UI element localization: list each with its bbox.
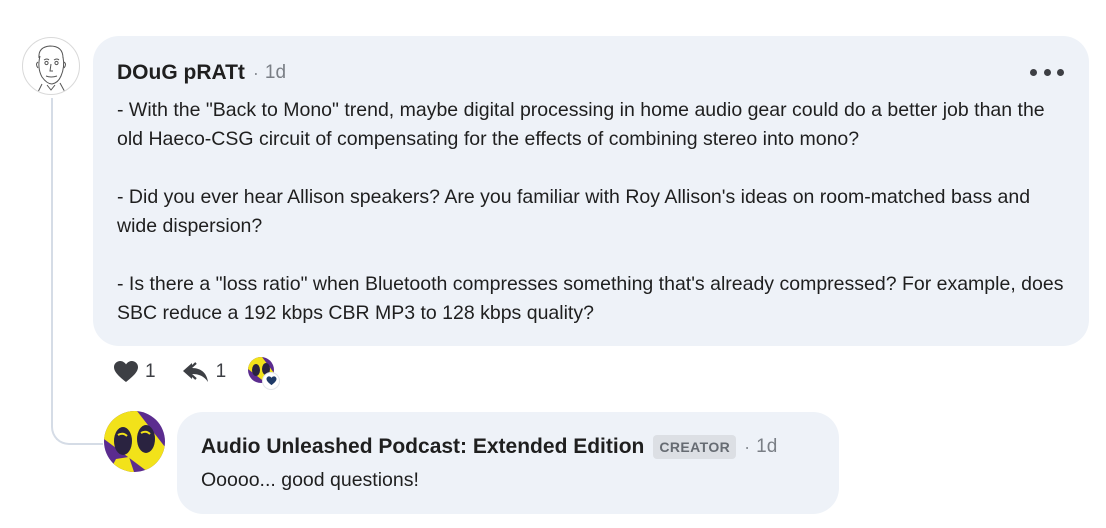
- separator-dot: ·: [744, 436, 751, 457]
- reply-button[interactable]: 1: [182, 361, 227, 383]
- more-horizontal-icon: [1030, 68, 1037, 76]
- podcast-logo-icon: [104, 411, 165, 472]
- heart-icon: [114, 361, 138, 382]
- reaction-avatar-stack[interactable]: [248, 355, 280, 389]
- reaction-heart-badge: [263, 373, 280, 389]
- heart-icon: [266, 376, 277, 386]
- reply-body: Ooooo... good questions!: [201, 469, 419, 491]
- reply-header: Audio Unleashed Podcast: Extended Editio…: [201, 434, 777, 460]
- reply-bubble: [177, 412, 839, 514]
- comment-author-name[interactable]: DOuG pRATt: [117, 61, 245, 85]
- reply-icon: [182, 362, 208, 382]
- comment-timestamp[interactable]: 1d: [265, 62, 286, 84]
- comment-paragraph: - Is there a "loss ratio" when Bluetooth…: [117, 273, 1064, 324]
- like-button[interactable]: 1: [113, 360, 156, 384]
- sketch-portrait-icon: [36, 45, 67, 94]
- comment-paragraph: - Did you ever hear Allison speakers? Ar…: [117, 186, 1031, 237]
- avatar[interactable]: [22, 37, 80, 95]
- separator-dot: ·: [252, 62, 259, 83]
- reply-timestamp[interactable]: 1d: [756, 436, 777, 458]
- reply-author-name[interactable]: Audio Unleashed Podcast: Extended Editio…: [201, 435, 644, 459]
- like-count: 1: [145, 361, 156, 382]
- comment-paragraph: - With the "Back to Mono" trend, maybe d…: [117, 99, 1045, 150]
- avatar[interactable]: [104, 411, 165, 472]
- comment-body: - With the "Back to Mono" trend, maybe d…: [117, 96, 1067, 328]
- reply-count: 1: [215, 361, 227, 382]
- more-options-button[interactable]: [1030, 60, 1064, 84]
- comment-header: DOuG pRATt · 1d: [117, 60, 286, 86]
- comment-actions: 1 1: [113, 355, 280, 389]
- creator-badge: CREATOR: [653, 435, 737, 459]
